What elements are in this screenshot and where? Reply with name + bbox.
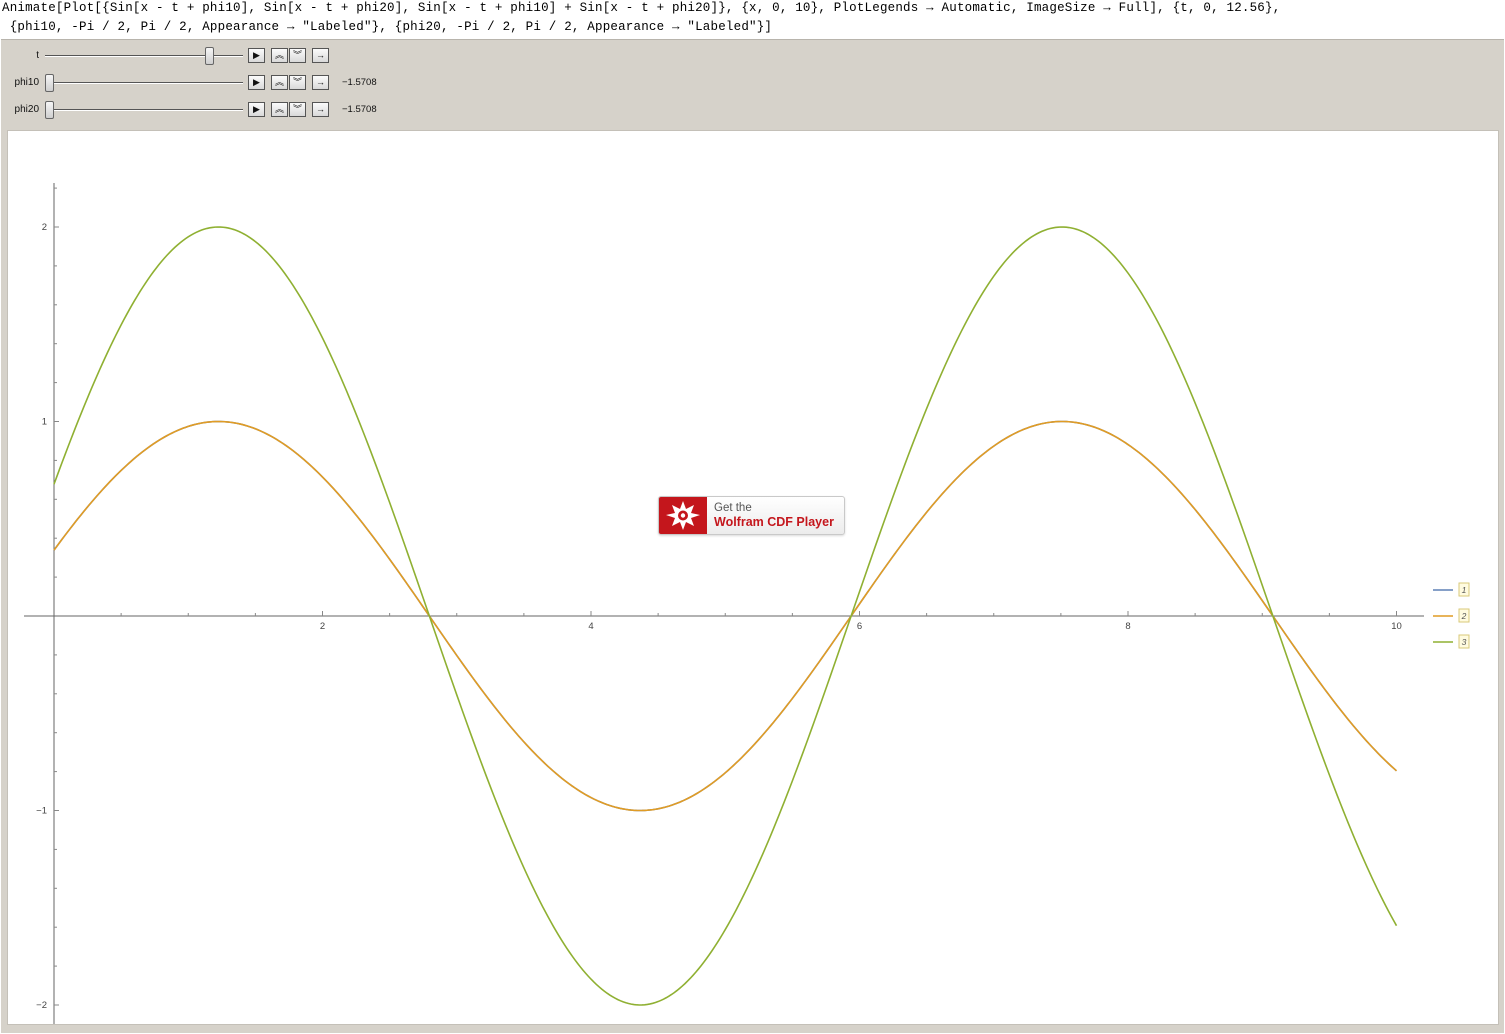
direction-button-phi20[interactable]: → — [312, 102, 329, 117]
control-row-t: t ▶ ︽ ︾ → — [1, 45, 421, 67]
legend-label-1: 1 — [1462, 585, 1467, 595]
input-cell[interactable]: Animate[Plot[{Sin[x - t + phi10], Sin[x … — [0, 0, 1505, 40]
control-label-phi10: phi10 — [14, 77, 39, 88]
plot-area[interactable]: 2 4 6 8 10 2 1 −1 −2 1 2 3 — [7, 130, 1499, 1034]
faster-button-phi20[interactable]: ︽ — [271, 102, 288, 117]
control-label-t: t — [36, 50, 39, 61]
play-icon: ▶ — [253, 104, 260, 114]
play-button-phi10[interactable]: ▶ — [248, 75, 265, 90]
x-tick-label: 2 — [320, 621, 325, 632]
slider-track-phi10[interactable] — [45, 82, 243, 84]
direction-button-phi10[interactable]: → — [312, 75, 329, 90]
cdf-player-badge[interactable]: Get the Wolfram CDF Player — [658, 496, 845, 535]
y-tick-label: −2 — [36, 1000, 47, 1011]
y-tick-label: −1 — [36, 806, 47, 817]
double-chevron-down-icon: ︾ — [292, 77, 302, 87]
control-value-phi10: −1.5708 — [342, 77, 377, 88]
slower-button-phi10[interactable]: ︾ — [289, 75, 306, 90]
double-chevron-down-icon: ︾ — [292, 50, 302, 60]
double-chevron-up-icon: ︽ — [274, 104, 284, 114]
x-tick-label: 4 — [588, 621, 593, 632]
arrow-right-icon: → — [316, 50, 325, 60]
slower-button-t[interactable]: ︾ — [289, 48, 306, 63]
direction-button-t[interactable]: → — [312, 48, 329, 63]
x-tick-label: 10 — [1391, 621, 1402, 632]
arrow-right-icon: → — [316, 104, 325, 114]
control-row-phi10: phi10 ▶ ︽ ︾ → −1.5708 — [1, 72, 421, 94]
x-tick-label: 6 — [857, 621, 862, 632]
y-tick-label: 1 — [42, 417, 47, 428]
play-icon: ▶ — [253, 50, 260, 60]
control-label-phi20: phi20 — [14, 104, 39, 115]
slider-thumb-phi20[interactable] — [45, 101, 54, 119]
double-chevron-down-icon: ︾ — [292, 104, 302, 114]
code-line-1[interactable]: Animate[Plot[{Sin[x - t + phi10], Sin[x … — [2, 1, 1280, 15]
slider-track-phi20[interactable] — [45, 109, 243, 111]
double-chevron-up-icon: ︽ — [274, 50, 284, 60]
legend-label-2: 2 — [1461, 611, 1467, 621]
control-row-phi20: phi20 ▶ ︽ ︾ → −1.5708 — [1, 99, 421, 121]
slower-button-phi20[interactable]: ︾ — [289, 102, 306, 117]
animate-panel: t ▶ ︽ ︾ → phi10 ▶ ︽ ︾ → −1.5708 phi20 ▶ … — [1, 39, 1504, 1034]
x-tick-label: 8 — [1125, 621, 1130, 632]
slider-thumb-t[interactable] — [205, 47, 215, 65]
code-line-2[interactable]: {phi10, -Pi / 2, Pi / 2, Appearance → "L… — [2, 20, 772, 34]
wolfram-spikey-icon — [659, 497, 707, 534]
legend: 1 2 3 — [1433, 582, 1470, 649]
arrow-right-icon: → — [316, 77, 325, 87]
slider-thumb-phi10[interactable] — [45, 74, 54, 92]
legend-label-3: 3 — [1462, 637, 1467, 647]
faster-button-t[interactable]: ︽ — [271, 48, 288, 63]
faster-button-phi10[interactable]: ︽ — [271, 75, 288, 90]
axes: 2 4 6 8 10 2 1 −1 −2 — [24, 183, 1424, 1034]
play-icon: ▶ — [253, 77, 260, 87]
cdf-badge-line1: Get the — [714, 502, 752, 514]
double-chevron-up-icon: ︽ — [274, 77, 284, 87]
play-button-phi20[interactable]: ▶ — [248, 102, 265, 117]
cdf-badge-line2: Wolfram CDF Player — [714, 515, 834, 529]
y-tick-label: 2 — [42, 222, 47, 233]
play-button-t[interactable]: ▶ — [248, 48, 265, 63]
control-value-phi20: −1.5708 — [342, 104, 377, 115]
plot-svg: 2 4 6 8 10 2 1 −1 −2 1 2 3 — [24, 183, 1470, 1034]
